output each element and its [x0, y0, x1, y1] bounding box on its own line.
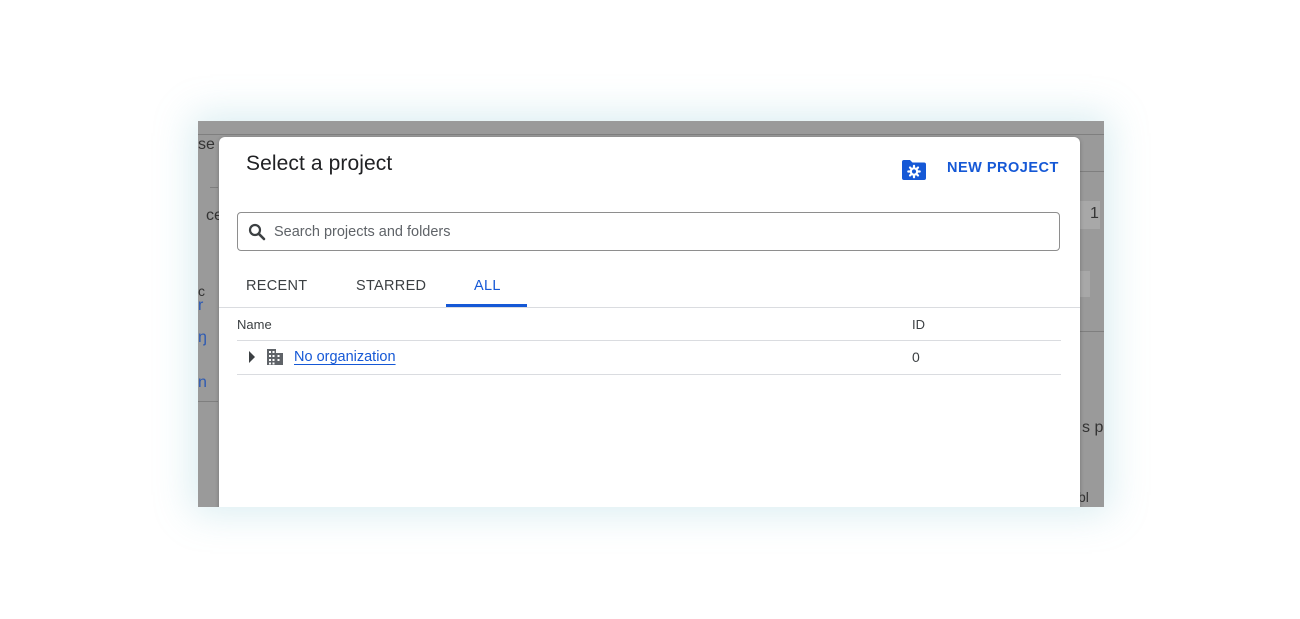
expand-arrow-icon[interactable] — [248, 351, 256, 363]
search-input[interactable] — [272, 222, 1036, 241]
tab-bar: RECENT STARRED ALL — [219, 270, 1080, 308]
dialog-title: Select a project — [246, 152, 393, 175]
table-header: Name ID — [237, 308, 1061, 341]
organization-link[interactable]: No organization — [294, 349, 396, 365]
column-header-name[interactable]: Name — [237, 317, 272, 332]
organization-icon — [267, 349, 283, 365]
background-text-fragment: se — [198, 136, 215, 153]
background-text-fragment: n — [198, 374, 207, 391]
new-project-button[interactable]: NEW PROJECT — [901, 155, 1059, 181]
tab-recent[interactable]: RECENT — [246, 278, 307, 294]
background-text-fragment: 1 — [1090, 205, 1099, 222]
background-text-fragment: ŋ — [198, 329, 207, 346]
column-header-id[interactable]: ID — [912, 317, 925, 332]
tab-starred[interactable]: STARRED — [356, 278, 426, 294]
new-project-label: NEW PROJECT — [947, 160, 1059, 176]
search-field[interactable] — [237, 212, 1060, 251]
table-row: No organization 0 — [237, 341, 1061, 375]
background-text-fragment: s p — [1082, 419, 1104, 436]
folder-settings-icon — [902, 160, 926, 180]
tab-all[interactable]: ALL — [474, 278, 501, 294]
dialog-backdrop: se ce c r ŋ n 1 s p bl Select a project — [198, 121, 1104, 507]
background-divider — [210, 187, 218, 188]
organization-id: 0 — [912, 349, 920, 365]
active-tab-indicator — [446, 304, 527, 307]
background-divider — [1080, 331, 1104, 332]
background-divider — [198, 401, 218, 402]
background-divider — [1080, 171, 1104, 172]
background-block — [1080, 271, 1090, 297]
background-text-fragment: r — [198, 297, 204, 314]
search-icon — [248, 223, 266, 240]
select-project-dialog: Select a project NEW PROJECT Search proj… — [219, 137, 1080, 507]
background-divider — [198, 134, 1104, 135]
